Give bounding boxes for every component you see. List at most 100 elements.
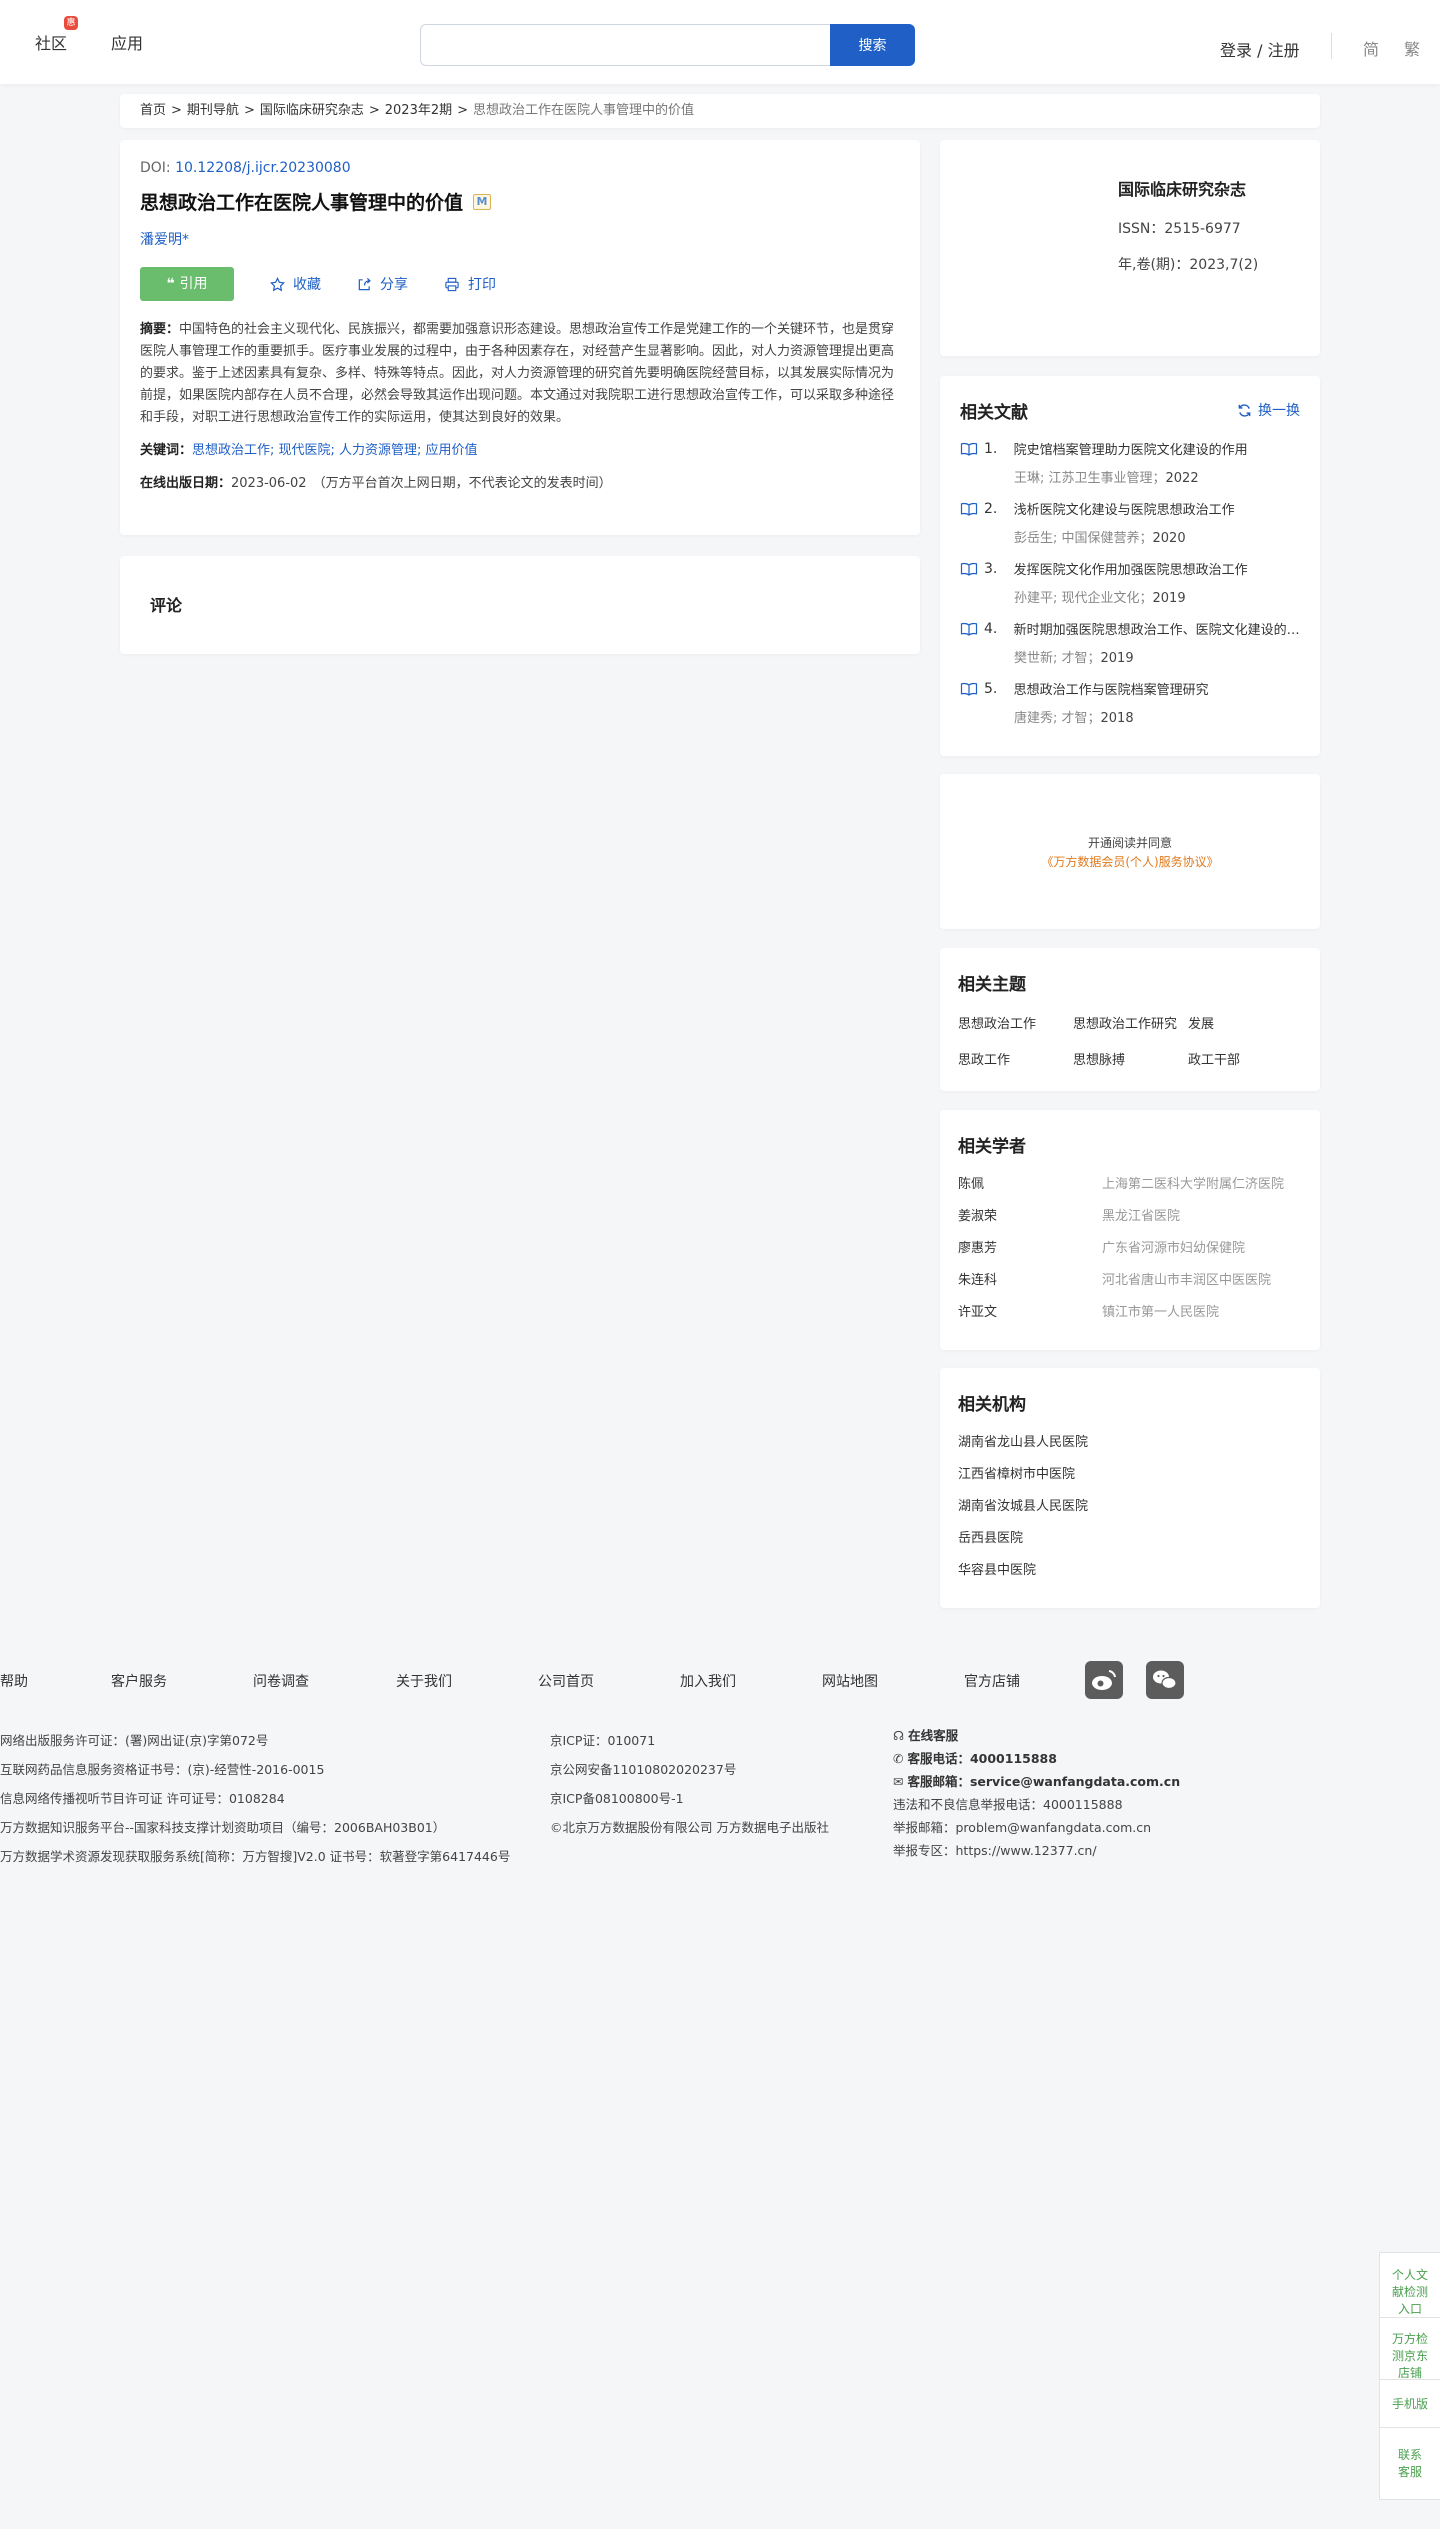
book-icon — [960, 682, 978, 696]
list-item: 1. 院史馆档案管理助力医院文化建设的作用 王琳; 江苏卫生事业管理；2022 — [960, 439, 1300, 499]
institution-link[interactable]: 湖南省汝城县人民医院 — [958, 1495, 1302, 1527]
breadcrumb-journal[interactable]: 国际临床研究杂志 — [260, 103, 364, 118]
related-article-link[interactable]: 思想政治工作与医院档案管理研究 — [1014, 679, 1300, 698]
breadcrumb-current: 思想政治工作在医院人事管理中的价值 — [473, 103, 695, 118]
footer-link-survey[interactable]: 问卷调查 — [253, 1671, 309, 1691]
search-button[interactable]: 搜索 — [830, 24, 915, 66]
float-mobile[interactable]: 手机版 — [1379, 2380, 1440, 2428]
institution-link[interactable]: 江西省樟树市中医院 — [958, 1463, 1302, 1495]
float-doc-check[interactable]: 个人文献检测入口 — [1379, 2252, 1440, 2318]
headset-icon: ☊ — [893, 1728, 909, 1743]
online-service[interactable]: ☊ 在线客服 — [893, 1728, 1180, 1753]
footer-link-service[interactable]: 客户服务 — [111, 1671, 167, 1691]
institutions-title: 相关机构 — [958, 1395, 1026, 1415]
scholar-row: 廖惠芳 广东省河源市妇幼保健院 — [958, 1237, 1302, 1269]
phone-icon: ✆ — [893, 1751, 908, 1766]
agreement-link[interactable]: 《万方数据会员(个人)服务协议》 — [1041, 855, 1218, 869]
footer-link-home[interactable]: 公司首页 — [538, 1671, 594, 1691]
book-icon — [960, 622, 978, 636]
float-contact[interactable]: 联系客服 — [1379, 2428, 1440, 2500]
scholar-row: 姜淑荣 黑龙江省医院 — [958, 1205, 1302, 1237]
nav-apps[interactable]: 应用 — [111, 30, 143, 54]
lang-simplified[interactable]: 简 — [1363, 36, 1379, 60]
mail-icon: ✉ — [893, 1774, 908, 1789]
scholar-row: 陈佩 上海第二医科大学附属仁济医院 — [958, 1173, 1302, 1205]
scholar-name-link[interactable]: 朱连科 — [958, 1269, 1102, 1301]
keywords: 关键词：思想政治工作; 现代医院; 人力资源管理; 应用价值 — [140, 443, 478, 458]
related-scholars-card: 相关学者 陈佩 上海第二医科大学附属仁济医院 姜淑荣 黑龙江省医院 廖惠芳 广东省河源市妇… — [940, 1110, 1320, 1350]
topic-link[interactable]: 思政工作 — [958, 1049, 1073, 1068]
institution-link[interactable]: 岳西县医院 — [958, 1527, 1302, 1559]
breadcrumb-issue[interactable]: 2023年2期 — [385, 103, 452, 118]
list-item: 3. 发挥医院文化作用加强医院思想政治工作 孙建平; 现代企业文化；2019 — [960, 559, 1300, 619]
scholars-list: 陈佩 上海第二医科大学附属仁济医院 姜淑荣 黑龙江省医院 廖惠芳 广东省河源市妇幼保健院朱… — [958, 1173, 1302, 1333]
article-title: 思想政治工作在医院人事管理中的价值 — [140, 192, 464, 214]
header-divider — [1331, 33, 1332, 59]
scholar-org-link[interactable]: 广东省河源市妇幼保健院 — [1102, 1237, 1245, 1269]
community-badge: 惠 — [64, 16, 78, 30]
institution-link[interactable]: 华容县中医院 — [958, 1559, 1302, 1591]
membership-agreement-card: 开通阅读并同意 《万方数据会员(个人)服务协议》 — [940, 774, 1320, 929]
book-icon — [960, 562, 978, 576]
list-item: 5. 思想政治工作与医院档案管理研究 唐建秀; 才智；2018 — [960, 679, 1300, 739]
related-literature-card: 相关文献 换一换 1. 院史馆档案管理助力医院文化建设的作用 王琳; 江苏卫生事业管… — [940, 376, 1320, 756]
institution-link[interactable]: 湖南省龙山县人民医院 — [958, 1431, 1302, 1463]
abstract: 摘要：中国特色的社会主义现代化、民族振兴，都需要加强意识形态建设。思想政治宣传工… — [140, 322, 895, 425]
scholar-org-link[interactable]: 黑龙江省医院 — [1102, 1205, 1180, 1237]
topic-link[interactable]: 思想政治工作 — [958, 1013, 1073, 1032]
float-jd-store[interactable]: 万方检测京东店铺 — [1379, 2318, 1440, 2380]
topic-link[interactable]: 发展 — [1188, 1013, 1288, 1032]
article-actions: ❝ 引用 收藏 分享 打印 — [140, 267, 900, 301]
footer-link-join[interactable]: 加入我们 — [680, 1671, 736, 1691]
article-title-row: 思想政治工作在医院人事管理中的价值 M — [140, 188, 900, 215]
scholar-org-link[interactable]: 河北省唐山市丰润区中医医院 — [1102, 1269, 1271, 1301]
wechat-icon[interactable] — [1146, 1661, 1184, 1699]
breadcrumb: 首页 > 期刊导航 > 国际临床研究杂志 >2023年2期 > 思想政治工作在医院人事管理中的… — [120, 94, 1320, 128]
refresh-button[interactable]: 换一换 — [1237, 400, 1300, 420]
cite-button[interactable]: ❝ 引用 — [140, 267, 234, 301]
related-article-link[interactable]: 新时期加强医院思想政治工作、医院文化建设的研究 — [1014, 619, 1300, 638]
topics-title: 相关主题 — [958, 975, 1026, 995]
lang-traditional[interactable]: 繁 — [1404, 36, 1420, 60]
keywords-links[interactable]: 思想政治工作; 现代医院; 人力资源管理; 应用价值 — [192, 443, 478, 458]
breadcrumb-journals[interactable]: 期刊导航 — [187, 103, 239, 118]
scholar-org-link[interactable]: 镇江市第一人民医院 — [1102, 1301, 1219, 1333]
footer-icp: 京ICP证：010071 京公网安备11010802020237号 京ICP备0… — [550, 1733, 829, 1835]
favorite-button[interactable]: 收藏 — [270, 274, 321, 294]
topic-link[interactable]: 思想政治工作研究 — [1073, 1013, 1188, 1032]
scholar-name-link[interactable]: 陈佩 — [958, 1173, 1102, 1205]
search-input[interactable] — [420, 24, 830, 66]
related-article-meta: 唐建秀; 才智；2018 — [1014, 711, 1134, 726]
quote-icon: ❝ — [166, 276, 180, 292]
topic-link[interactable]: 政工干部 — [1188, 1049, 1288, 1068]
book-icon — [960, 502, 978, 516]
nav-community[interactable]: 社区 — [35, 30, 67, 54]
print-button[interactable]: 打印 — [444, 274, 496, 294]
comment-section: 评论 — [120, 556, 920, 654]
share-button[interactable]: 分享 — [357, 274, 408, 294]
breadcrumb-home[interactable]: 首页 — [140, 103, 166, 118]
article-card: DOI: 10.12208/j.ijcr.20230080 思想政治工作在医院人… — [120, 140, 920, 535]
related-article-link[interactable]: 发挥医院文化作用加强医院思想政治工作 — [1014, 559, 1300, 578]
top-header: 社区 惠 应用 搜索 登录 / 注册 简 繁 — [0, 0, 1440, 84]
login-register-link[interactable]: 登录 / 注册 — [1220, 37, 1300, 61]
footer-link-store[interactable]: 官方店铺 — [964, 1671, 1020, 1691]
refresh-icon — [1238, 403, 1251, 417]
scholar-name-link[interactable]: 许亚文 — [958, 1301, 1102, 1333]
doi-link[interactable]: 10.12208/j.ijcr.20230080 — [175, 160, 351, 176]
journal-name-link[interactable]: 国际临床研究杂志 — [1118, 180, 1246, 199]
scholar-name-link[interactable]: 姜淑荣 — [958, 1205, 1102, 1237]
author-link[interactable]: 潘爱明* — [140, 232, 189, 248]
footer-link-help[interactable]: 帮助 — [0, 1671, 28, 1691]
related-article-link[interactable]: 浅析医院文化建设与医院思想政治工作 — [1014, 499, 1300, 518]
share-icon — [358, 277, 371, 290]
related-article-meta: 樊世新; 才智；2019 — [1014, 651, 1134, 666]
scholar-org-link[interactable]: 上海第二医科大学附属仁济医院 — [1102, 1173, 1284, 1205]
topic-link[interactable]: 思想脉搏 — [1073, 1049, 1188, 1068]
scholar-name-link[interactable]: 廖惠芳 — [958, 1237, 1102, 1269]
format-m-icon[interactable]: M — [473, 193, 492, 210]
weibo-icon[interactable] — [1085, 1661, 1123, 1699]
footer-link-about[interactable]: 关于我们 — [396, 1671, 452, 1691]
related-article-link[interactable]: 院史馆档案管理助力医院文化建设的作用 — [1014, 439, 1300, 458]
footer-link-sitemap[interactable]: 网站地图 — [822, 1671, 878, 1691]
